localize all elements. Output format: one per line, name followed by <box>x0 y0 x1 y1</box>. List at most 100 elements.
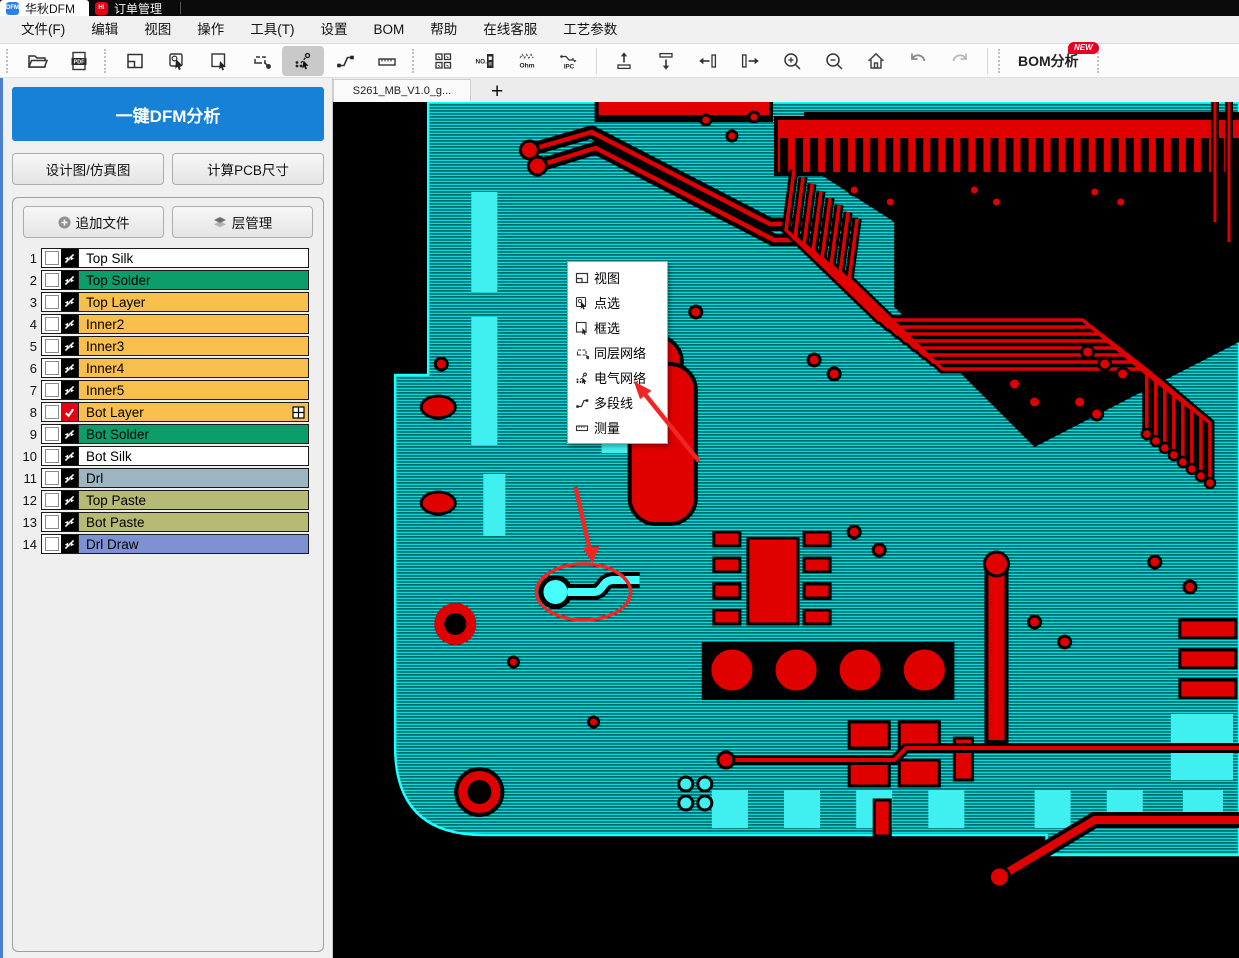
view-window-button[interactable] <box>114 46 156 76</box>
layer-row-drl[interactable]: 11 Drl <box>15 468 317 488</box>
design-simulation-button[interactable]: 设计图/仿真图 <box>12 153 164 185</box>
ipc-netlist-button[interactable]: IPC <box>548 46 590 76</box>
layer-visibility-toggle[interactable] <box>61 403 78 421</box>
app-tab-dfm[interactable]: DFM 华秋DFM <box>0 0 89 16</box>
layer-checkbox[interactable] <box>45 317 59 331</box>
document-tab-active[interactable]: S261_MB_V1.0_g... <box>333 79 471 102</box>
layer-checkbox[interactable] <box>45 295 59 309</box>
export-pdf-button[interactable]: PDF <box>58 46 100 76</box>
context-menu-item-electrical-net[interactable]: 电气网络 <box>568 365 667 390</box>
layer-checkbox[interactable] <box>45 449 59 463</box>
zoom-in-button[interactable] <box>771 46 813 76</box>
layer-label-bar[interactable]: Top Solder <box>78 271 308 289</box>
menu-item-settings[interactable]: 设置 <box>308 16 361 43</box>
layer-visibility-toggle[interactable] <box>61 535 78 553</box>
app-tab-orders[interactable]: H! 订单管理 <box>89 0 176 16</box>
layer-grid-icon[interactable] <box>292 406 305 422</box>
layer-visibility-toggle[interactable] <box>61 513 78 531</box>
layer-label-bar[interactable]: Inner5 <box>78 381 308 399</box>
layer-visibility-toggle[interactable] <box>61 425 78 443</box>
layer-label-bar[interactable]: Inner3 <box>78 337 308 355</box>
context-menu-item-same-layer-net[interactable]: 同层网络 <box>568 340 667 365</box>
append-file-button[interactable]: 追加文件 <box>23 206 164 238</box>
menu-item-file[interactable]: 文件(F) <box>8 16 78 43</box>
flip-left-button[interactable] <box>687 46 729 76</box>
new-tab-button[interactable]: + <box>485 82 509 102</box>
layer-visibility-toggle[interactable] <box>61 337 78 355</box>
panelize-button[interactable] <box>422 46 464 76</box>
redo-button[interactable] <box>939 46 981 76</box>
layer-label-bar[interactable]: Bot Layer <box>78 403 308 421</box>
polyline-button[interactable] <box>324 46 366 76</box>
layer-visibility-toggle[interactable] <box>61 381 78 399</box>
layer-row-bot-silk[interactable]: 10 Bot Silk <box>15 446 317 466</box>
layer-row-inner4[interactable]: 6 Inner4 <box>15 358 317 378</box>
layer-row-top-layer[interactable]: 3 Top Layer <box>15 292 317 312</box>
layer-label-bar[interactable]: Drl Draw <box>78 535 308 553</box>
layer-row-bot-solder[interactable]: 9 Bot Solder <box>15 424 317 444</box>
layer-visibility-toggle[interactable] <box>61 293 78 311</box>
pcb-canvas[interactable]: 视图 点选 框选 同层网络 <box>333 102 1239 958</box>
layer-row-inner2[interactable]: 4 Inner2 <box>15 314 317 334</box>
layer-checkbox[interactable] <box>45 339 59 353</box>
layer-label-bar[interactable]: Bot Silk <box>78 447 308 465</box>
layer-label-bar[interactable]: Top Silk <box>78 249 308 267</box>
menu-item-process-params[interactable]: 工艺参数 <box>550 16 630 43</box>
layer-row-bot-paste[interactable]: 13 Bot Paste <box>15 512 317 532</box>
component-no-button[interactable]: NO. <box>464 46 506 76</box>
layer-visibility-toggle[interactable] <box>61 447 78 465</box>
layer-checkbox[interactable] <box>45 405 59 419</box>
box-select-button[interactable] <box>198 46 240 76</box>
layer-visibility-toggle[interactable] <box>61 469 78 487</box>
menu-item-edit[interactable]: 编辑 <box>78 16 131 43</box>
layer-visibility-toggle[interactable] <box>61 315 78 333</box>
open-file-button[interactable] <box>16 46 58 76</box>
menu-item-tools[interactable]: 工具(T) <box>237 16 307 43</box>
layer-row-drl-draw[interactable]: 14 Drl Draw <box>15 534 317 554</box>
context-menu-item-view[interactable]: 视图 <box>568 265 667 290</box>
zoom-out-button[interactable] <box>813 46 855 76</box>
layer-label-bar[interactable]: Top Layer <box>78 293 308 311</box>
layer-row-top-silk[interactable]: 1 Top Silk <box>15 248 317 268</box>
menu-item-operate[interactable]: 操作 <box>184 16 237 43</box>
layer-checkbox[interactable] <box>45 537 59 551</box>
layer-checkbox[interactable] <box>45 427 59 441</box>
pcb-render[interactable] <box>333 102 1239 958</box>
flip-up-button[interactable] <box>603 46 645 76</box>
layer-checkbox[interactable] <box>45 361 59 375</box>
layer-row-bot-layer[interactable]: 8 Bot Layer <box>15 402 317 422</box>
layer-label-bar[interactable]: Inner4 <box>78 359 308 377</box>
layer-checkbox[interactable] <box>45 471 59 485</box>
one-click-dfm-button[interactable]: 一键DFM分析 <box>12 87 324 141</box>
context-menu-item-measure[interactable]: 测量 <box>568 415 667 440</box>
menu-item-bom[interactable]: BOM <box>361 16 418 43</box>
measure-button[interactable] <box>366 46 408 76</box>
electrical-net-button[interactable] <box>282 46 324 76</box>
layer-checkbox[interactable] <box>45 383 59 397</box>
layer-label-bar[interactable]: Drl <box>78 469 308 487</box>
impedance-button[interactable]: Ohm <box>506 46 548 76</box>
flip-down-button[interactable] <box>645 46 687 76</box>
layer-checkbox[interactable] <box>45 493 59 507</box>
layer-manage-button[interactable]: 层管理 <box>172 206 313 238</box>
fit-view-button[interactable] <box>855 46 897 76</box>
context-menu-item-polyline[interactable]: 多段线 <box>568 390 667 415</box>
menu-item-view[interactable]: 视图 <box>131 16 184 43</box>
calc-pcb-size-button[interactable]: 计算PCB尺寸 <box>172 153 324 185</box>
layer-checkbox[interactable] <box>45 515 59 529</box>
layer-visibility-toggle[interactable] <box>61 271 78 289</box>
layer-label-bar[interactable]: Bot Solder <box>78 425 308 443</box>
layer-visibility-toggle[interactable] <box>61 491 78 509</box>
same-layer-net-button[interactable] <box>240 46 282 76</box>
layer-label-bar[interactable]: Bot Paste <box>78 513 308 531</box>
layer-checkbox[interactable] <box>45 273 59 287</box>
layer-label-bar[interactable]: Inner2 <box>78 315 308 333</box>
layer-row-top-paste[interactable]: 12 Top Paste <box>15 490 317 510</box>
point-select-button[interactable] <box>156 46 198 76</box>
layer-checkbox[interactable] <box>45 251 59 265</box>
layer-row-inner5[interactable]: 7 Inner5 <box>15 380 317 400</box>
layer-label-bar[interactable]: Top Paste <box>78 491 308 509</box>
undo-button[interactable] <box>897 46 939 76</box>
menu-item-online-service[interactable]: 在线客服 <box>470 16 550 43</box>
layer-row-top-solder[interactable]: 2 Top Solder <box>15 270 317 290</box>
